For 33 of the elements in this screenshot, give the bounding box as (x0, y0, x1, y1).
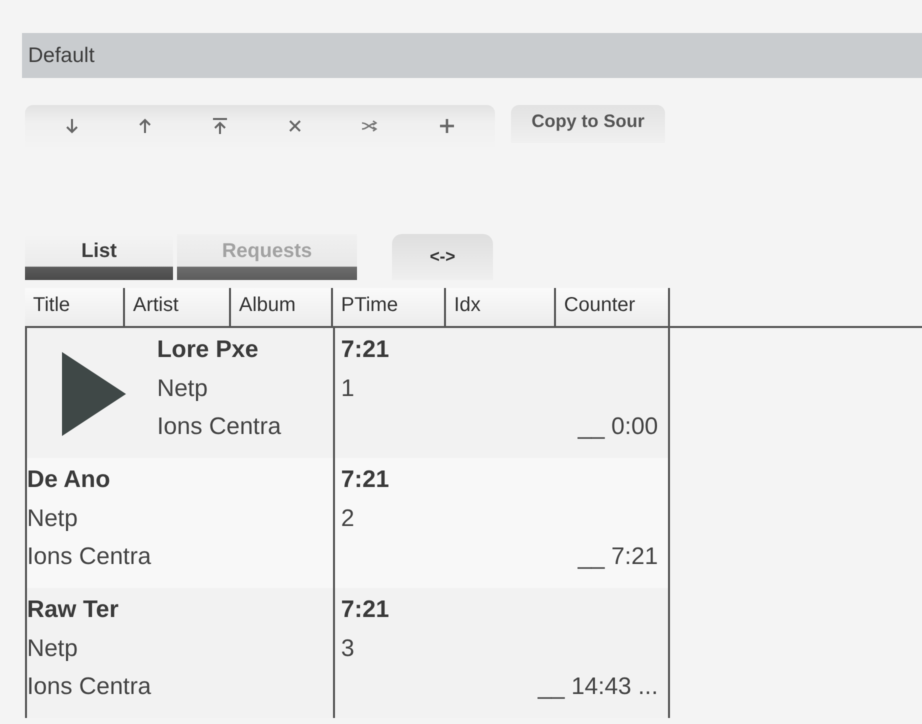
shuffle-icon (362, 120, 378, 132)
plus-icon (440, 119, 454, 133)
arrow-to-top-icon (213, 117, 228, 135)
track-album: Ions Centra (157, 412, 282, 442)
down-arrow-icon (66, 118, 78, 134)
track-artist: Netp (27, 634, 79, 664)
track-index: 1 (341, 374, 356, 404)
track-album: Ions Centra (27, 672, 152, 702)
close-icon (288, 120, 301, 132)
up-arrow-icon (139, 118, 152, 134)
track-artist: Netp (27, 504, 79, 534)
column-header[interactable]: Artist (125, 288, 231, 326)
play-time: 7:21 (341, 335, 390, 365)
track-artist: Netp (157, 374, 209, 404)
counter-value: __ 0:00 (578, 413, 658, 440)
playlist-title: Default (28, 44, 95, 68)
column-header[interactable]: Counter (556, 288, 670, 326)
track-album: Ions Centra (27, 542, 152, 572)
play-time: 7:21 (341, 465, 390, 495)
play-time: 7:21 (341, 595, 390, 625)
column-header[interactable]: PTime (333, 288, 446, 326)
track-title: De Ano (27, 465, 112, 495)
track-title: Raw Ter (27, 595, 120, 625)
track-index: 3 (341, 634, 356, 664)
track-title: Lore Pxe (157, 335, 260, 365)
column-header[interactable]: Idx (446, 288, 556, 326)
copy-to-source-button[interactable]: Copy to Sour (511, 105, 665, 143)
column-header[interactable]: Album (231, 288, 333, 326)
track-index: 2 (341, 504, 356, 534)
column-header[interactable]: Title (25, 288, 125, 326)
swap-button[interactable]: <-> (392, 234, 493, 280)
counter-value: __ 14:43 ... (538, 673, 658, 700)
counter-value: __ 7:21 (578, 543, 658, 570)
